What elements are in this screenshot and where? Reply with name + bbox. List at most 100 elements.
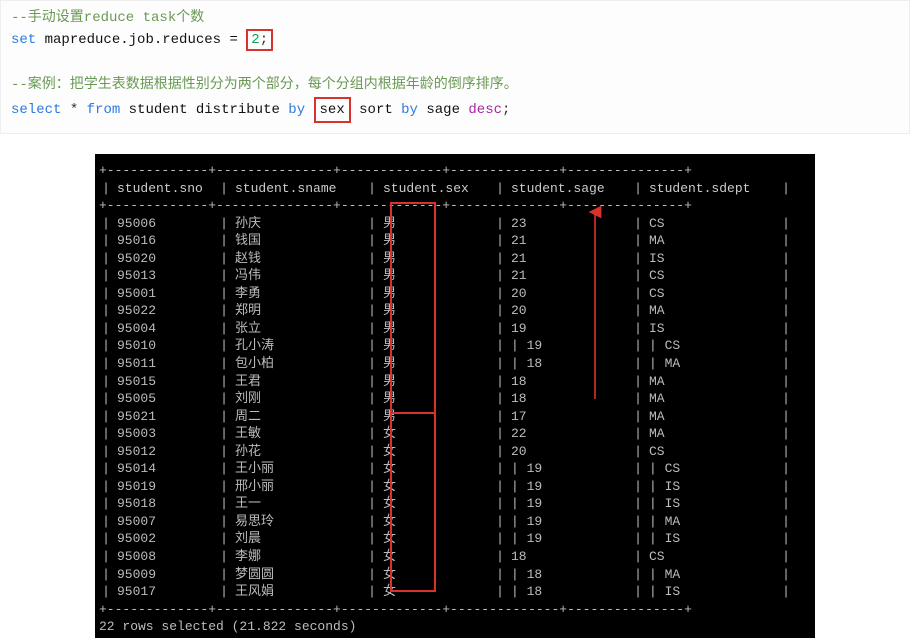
cell-sdept: | IS — [645, 478, 779, 496]
cell-sage: 18 — [507, 373, 631, 391]
cell-sno: 95012 — [113, 443, 217, 461]
cell-sdept: MA — [645, 390, 779, 408]
cell-sname: 梦圆圆 — [231, 566, 365, 584]
terminal-output-wrap: +-------------+---------------+---------… — [0, 154, 910, 638]
col-header-sage: student.sage — [507, 180, 631, 198]
cell-sname: 郑明 — [231, 302, 365, 320]
table-row: |95012|孙花|女|20|CS| — [99, 443, 811, 461]
separator-top: +-------------+---------------+---------… — [99, 162, 811, 180]
cell-sdept: MA — [645, 373, 779, 391]
cell-sex: 男 — [379, 390, 493, 408]
cell-sex: 女 — [379, 425, 493, 443]
cell-sname: 孔小涛 — [231, 337, 365, 355]
table-row: |95018|王一|女|| 19|| IS| — [99, 495, 811, 513]
cell-sdept: | CS — [645, 337, 779, 355]
cell-sex: 男 — [379, 267, 493, 285]
cell-sname: 周二 — [231, 408, 365, 426]
cell-sname: 孙庆 — [231, 215, 365, 233]
table-row: |95019|邢小丽|女|| 19|| IS| — [99, 478, 811, 496]
col-header-sdept: student.sdept — [645, 180, 779, 198]
table-row: |95003|王敏|女|22|MA| — [99, 425, 811, 443]
cell-sex: 女 — [379, 548, 493, 566]
col-header-sno: student.sno — [113, 180, 217, 198]
cell-sage: | 19 — [507, 478, 631, 496]
cell-sdept: CS — [645, 267, 779, 285]
cell-sage: 21 — [507, 250, 631, 268]
cell-sex: 男 — [379, 355, 493, 373]
cell-sage: 23 — [507, 215, 631, 233]
cell-sdept: MA — [645, 408, 779, 426]
cell-sage: | 19 — [507, 495, 631, 513]
cell-sname: 王小丽 — [231, 460, 365, 478]
cell-sage: 20 — [507, 302, 631, 320]
cell-sno: 95018 — [113, 495, 217, 513]
cell-sage: | 19 — [507, 337, 631, 355]
table-row: |95013|冯伟|男|21|CS| — [99, 267, 811, 285]
cell-sno: 95007 — [113, 513, 217, 531]
cell-sage: 18 — [507, 548, 631, 566]
table-row: |95002|刘晨|女|| 19|| IS| — [99, 530, 811, 548]
cell-sno: 95015 — [113, 373, 217, 391]
cell-sex: 女 — [379, 566, 493, 584]
cell-sno: 95016 — [113, 232, 217, 250]
cell-sage: 22 — [507, 425, 631, 443]
cell-sname: 王风娟 — [231, 583, 365, 601]
code-query-line: select * from student distribute by sex … — [11, 97, 899, 123]
cell-sex: 男 — [379, 215, 493, 233]
cell-sex: 女 — [379, 530, 493, 548]
cell-sex: 男 — [379, 302, 493, 320]
table-header-row: |student.sno |student.sname |student.sex… — [99, 180, 811, 198]
cell-sdept: | MA — [645, 355, 779, 373]
cell-sno: 95001 — [113, 285, 217, 303]
cell-sex: 女 — [379, 513, 493, 531]
table-row: |95021|周二|男|17|MA| — [99, 408, 811, 426]
sql-code-block: --手动设置reduce task个数 set mapreduce.job.re… — [0, 0, 910, 134]
cell-sage: 20 — [507, 443, 631, 461]
table-row: |95009|梦圆圆|女|| 18|| MA| — [99, 566, 811, 584]
cell-sno: 95004 — [113, 320, 217, 338]
cell-sage: 17 — [507, 408, 631, 426]
cell-sno: 95021 — [113, 408, 217, 426]
cell-sdept: IS — [645, 320, 779, 338]
table-row: |95005|刘刚|男|18|MA| — [99, 390, 811, 408]
col-header-sex: student.sex — [379, 180, 493, 198]
cell-sage: 21 — [507, 232, 631, 250]
cell-sname: 张立 — [231, 320, 365, 338]
cell-sname: 赵钱 — [231, 250, 365, 268]
cell-sex: 男 — [379, 408, 493, 426]
cell-sname: 钱国 — [231, 232, 365, 250]
cell-sage: | 19 — [507, 530, 631, 548]
cell-sdept: MA — [645, 232, 779, 250]
cell-sname: 李勇 — [231, 285, 365, 303]
cell-sage: 20 — [507, 285, 631, 303]
table-row: |95010|孔小涛|男|| 19|| CS| — [99, 337, 811, 355]
cell-sname: 刘晨 — [231, 530, 365, 548]
cell-sno: 95013 — [113, 267, 217, 285]
table-row: |95017|王风娟|女|| 18|| IS| — [99, 583, 811, 601]
table-row: |95008|李娜|女|18|CS| — [99, 548, 811, 566]
separator-mid: +-------------+---------------+---------… — [99, 197, 811, 215]
cell-sname: 王敏 — [231, 425, 365, 443]
cell-sdept: IS — [645, 250, 779, 268]
code-comment-1: --手动设置reduce task个数 — [11, 7, 899, 29]
table-row: |95014|王小丽|女|| 19|| CS| — [99, 460, 811, 478]
cell-sno: 95009 — [113, 566, 217, 584]
cell-sname: 易思玲 — [231, 513, 365, 531]
code-comment-2: --案例：把学生表数据根据性别分为两个部分，每个分组内根据年龄的倒序排序。 — [11, 74, 899, 96]
highlight-reduce-count: 2; — [246, 29, 273, 51]
cell-sname: 邢小丽 — [231, 478, 365, 496]
cell-sname: 李娜 — [231, 548, 365, 566]
table-row: |95004|张立|男|19|IS| — [99, 320, 811, 338]
cell-sage: 18 — [507, 390, 631, 408]
cell-sno: 95017 — [113, 583, 217, 601]
table-row: |95006|孙庆|男|23|CS| — [99, 215, 811, 233]
cell-sage: | 18 — [507, 355, 631, 373]
table-row: |95007|易思玲|女|| 19|| MA| — [99, 513, 811, 531]
cell-sex: 女 — [379, 495, 493, 513]
cell-sex: 男 — [379, 232, 493, 250]
cell-sname: 王君 — [231, 373, 365, 391]
cell-sage: 19 — [507, 320, 631, 338]
cell-sname: 冯伟 — [231, 267, 365, 285]
cell-sno: 95011 — [113, 355, 217, 373]
cell-sdept: CS — [645, 443, 779, 461]
